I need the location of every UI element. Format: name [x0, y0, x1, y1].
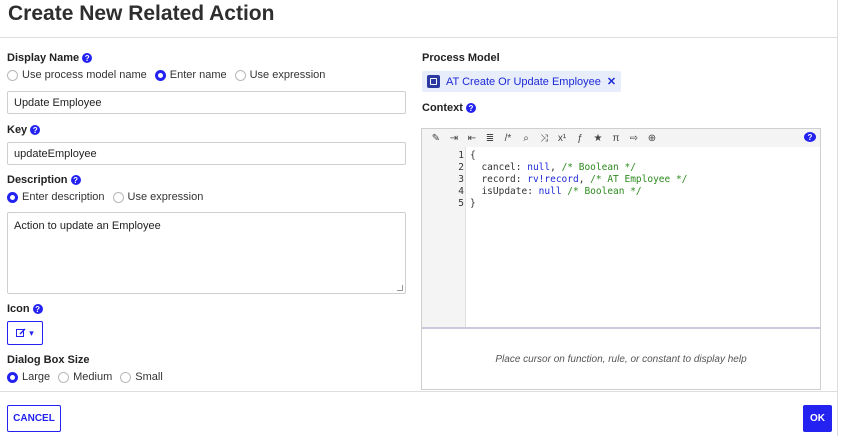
- code-line: isUpdate: null /* Boolean */: [481, 186, 642, 197]
- radio-description-use-expression[interactable]: Use expression: [112, 191, 203, 203]
- edit-square-icon: [16, 328, 26, 337]
- code-line: {: [470, 150, 476, 161]
- function-help-panel: Place cursor on function, rule, or const…: [422, 329, 820, 389]
- context-expression-editor[interactable]: ✎ ⇥ ⇤ ≣ /* ⌕ ⤨ x¹ ƒ ★ π ⇨ ⊕ ? 1 2 3 4 5 …: [421, 128, 821, 390]
- ok-button[interactable]: OK: [803, 405, 832, 432]
- line-number: 4: [458, 186, 464, 197]
- editor-help-icon[interactable]: ?: [804, 132, 816, 142]
- globe-icon[interactable]: ⊕: [646, 133, 658, 144]
- code-line: cancel: null, /* Boolean */: [481, 162, 636, 173]
- code-line: }: [470, 198, 476, 209]
- radio-circle-icon: [234, 69, 246, 81]
- radio-small[interactable]: Small: [120, 371, 163, 383]
- radio-circle-icon: [7, 69, 18, 81]
- line-number: 2: [458, 162, 464, 173]
- dialog-title: Create New Related Action: [8, 2, 275, 25]
- dialog-size-label: Dialog Box Size: [7, 354, 90, 366]
- cancel-button[interactable]: CANCEL: [7, 405, 61, 432]
- process-model-label: Process Model: [422, 52, 500, 64]
- radio-medium[interactable]: Medium: [58, 371, 112, 383]
- line-number: 3: [458, 174, 464, 185]
- export-icon[interactable]: ⇨: [628, 133, 640, 144]
- help-icon[interactable]: ?: [465, 103, 476, 113]
- remove-process-model-icon[interactable]: ✕: [607, 75, 616, 88]
- radio-selected-icon: [7, 191, 18, 203]
- process-model-chip[interactable]: AT Create Or Update Employee ✕: [422, 71, 622, 92]
- radio-enter-description[interactable]: Enter description: [7, 191, 105, 203]
- key-input[interactable]: updateEmployee: [7, 142, 406, 165]
- superscript-icon[interactable]: x¹: [556, 133, 568, 144]
- icon-label: Icon ?: [7, 303, 43, 315]
- code-line: record: rv!record, /* AT Employee */: [481, 174, 688, 185]
- radio-use-expression[interactable]: Use expression: [234, 69, 325, 81]
- display-name-radio-group: Use process model name Enter name Use ex…: [7, 69, 333, 81]
- editor-toolbar: ✎ ⇥ ⇤ ≣ /* ⌕ ⤨ x¹ ƒ ★ π ⇨ ⊕ ?: [422, 129, 820, 147]
- outdent-icon[interactable]: ⇤: [466, 133, 478, 144]
- radio-use-process-model-name[interactable]: Use process model name: [7, 69, 147, 81]
- footer-divider: [0, 391, 838, 392]
- shuffle-icon[interactable]: ⤨: [538, 133, 550, 144]
- radio-circle-icon: [120, 371, 132, 383]
- magic-wand-icon[interactable]: ✎: [430, 133, 442, 144]
- description-textarea[interactable]: Action to update an Employee: [7, 212, 406, 294]
- radio-selected-icon: [154, 69, 166, 81]
- help-icon[interactable]: ?: [32, 304, 43, 314]
- radio-circle-icon: [58, 371, 70, 383]
- process-model-icon: [427, 75, 440, 88]
- help-icon[interactable]: ?: [30, 125, 41, 135]
- dialog-right-border: [837, 0, 838, 436]
- title-divider: [0, 37, 838, 38]
- radio-selected-icon: [7, 371, 18, 383]
- dialog-size-radio-group: Large Medium Small: [7, 371, 171, 383]
- star-icon[interactable]: ★: [592, 133, 604, 144]
- search-icon[interactable]: ⌕: [520, 133, 532, 144]
- help-icon[interactable]: ?: [82, 53, 93, 63]
- radio-large[interactable]: Large: [7, 371, 50, 383]
- code-area[interactable]: { cancel: null, /* Boolean */ record: rv…: [466, 147, 820, 327]
- icon-picker-button[interactable]: ▾: [7, 321, 43, 345]
- radio-circle-icon: [112, 191, 124, 203]
- chevron-down-icon: ▾: [29, 327, 34, 338]
- help-icon[interactable]: ?: [70, 175, 81, 185]
- line-number: 1: [458, 150, 464, 161]
- function-icon[interactable]: ƒ: [574, 133, 586, 144]
- radio-enter-name[interactable]: Enter name: [154, 69, 227, 81]
- description-radio-group: Enter description Use expression: [7, 191, 211, 203]
- comment-icon[interactable]: /*: [502, 133, 514, 144]
- description-label: Description ?: [7, 174, 81, 186]
- resize-handle-icon[interactable]: [397, 285, 403, 291]
- indent-icon[interactable]: ⇥: [448, 133, 460, 144]
- display-name-label: Display Name ?: [7, 52, 93, 64]
- display-name-input[interactable]: Update Employee: [7, 91, 406, 114]
- process-model-name: AT Create Or Update Employee: [446, 75, 601, 88]
- key-label: Key ?: [7, 124, 41, 136]
- context-label: Context ?: [422, 102, 476, 114]
- line-number-gutter: 1 2 3 4 5: [422, 147, 466, 327]
- list-icon[interactable]: ≣: [484, 133, 496, 144]
- line-number: 5: [458, 198, 464, 209]
- pi-icon[interactable]: π: [610, 133, 622, 144]
